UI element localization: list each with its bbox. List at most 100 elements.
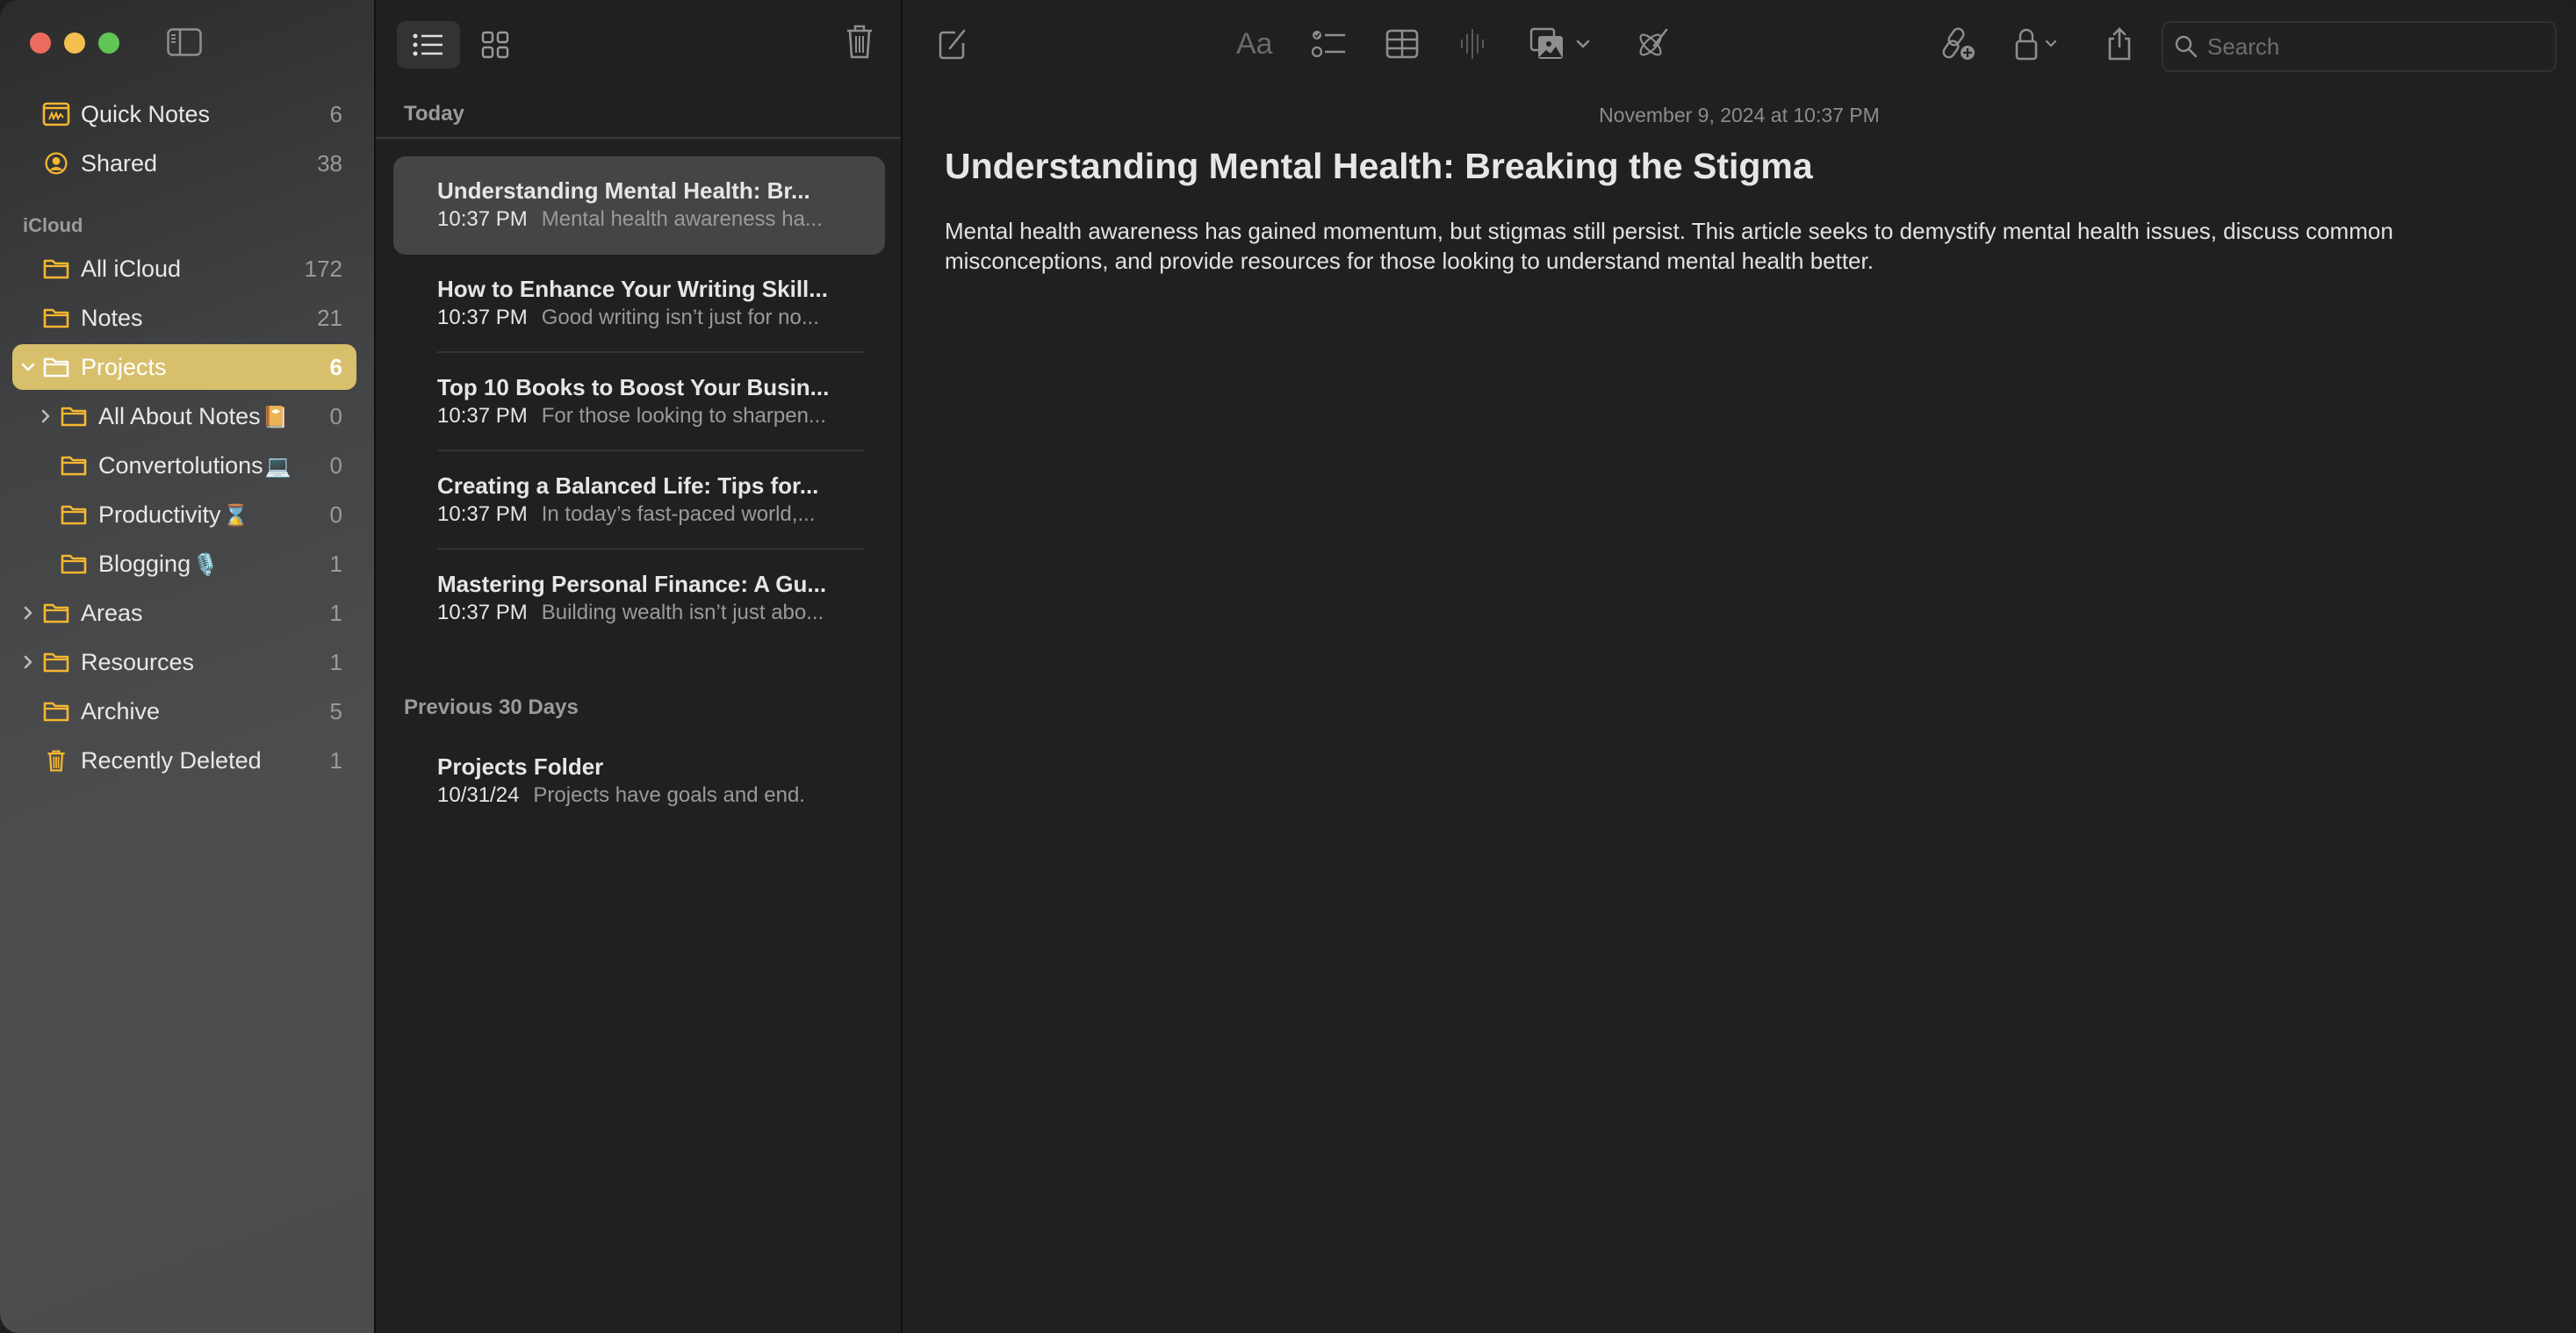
- sidebar-item-projects[interactable]: Projects 6: [12, 344, 356, 390]
- note-timestamp: November 9, 2024 at 10:37 PM: [1599, 104, 1880, 126]
- note-count: 0: [329, 451, 342, 479]
- note-list-item[interactable]: Understanding Mental Health: Br... 10:37…: [393, 156, 885, 255]
- hourglass-emoji-icon: ⌛: [222, 503, 249, 528]
- sidebar-item-productivity[interactable]: Productivity⌛ 0: [12, 492, 356, 537]
- note-list-item[interactable]: Mastering Personal Finance: A Gu... 10:3…: [393, 550, 885, 648]
- note-title: Mastering Personal Finance: A Gu...: [437, 571, 827, 597]
- sidebar-item-recently-deleted[interactable]: Recently Deleted 1: [12, 738, 356, 783]
- note-count: 1: [329, 550, 342, 577]
- sidebar-toggle-button[interactable]: [167, 28, 202, 56]
- group-header-previous-30-days: Previous 30 Days: [404, 695, 579, 719]
- sidebar-item-shared[interactable]: Shared 38: [12, 141, 356, 186]
- note-count: 1: [329, 648, 342, 675]
- sidebar-item-blogging[interactable]: Blogging🎙️ 1: [12, 541, 356, 587]
- sidebar-item-label: Projects: [81, 353, 167, 380]
- text-format-icon: Aa: [1236, 26, 1273, 61]
- chevron-down-icon: [1576, 40, 1590, 48]
- chevron-down-icon[interactable]: [19, 358, 37, 376]
- share-icon: [2108, 27, 2131, 61]
- sidebar-item-label: Recently Deleted: [81, 746, 262, 774]
- media-icon: [1529, 27, 1563, 59]
- note-title: Top 10 Books to Boost Your Busin...: [437, 374, 830, 400]
- laptop-emoji-icon: 💻: [264, 454, 291, 479]
- folder-icon: [43, 308, 69, 328]
- folder-icon: [61, 456, 87, 476]
- table-icon: [1385, 29, 1419, 59]
- note-time: 10:37 PM: [437, 502, 528, 526]
- sidebar-item-notes[interactable]: Notes 21: [12, 295, 356, 341]
- checklist-button[interactable]: [1312, 25, 1347, 63]
- note-heading[interactable]: Understanding Mental Health: Breaking th…: [945, 146, 1813, 187]
- note-title: Projects Folder: [437, 753, 604, 780]
- folder-icon: [43, 652, 69, 673]
- note-count: 6: [329, 353, 342, 380]
- note-snippet: Building wealth isn’t just abo...: [541, 601, 824, 624]
- divider: [376, 137, 901, 139]
- sidebar-item-archive[interactable]: Archive 5: [12, 688, 356, 734]
- list-view-button[interactable]: [397, 21, 460, 68]
- sidebar-item-quick-notes[interactable]: Quick Notes 6: [12, 91, 356, 137]
- sidebar-item-convertolutions[interactable]: Convertolutions💻 0: [12, 443, 356, 488]
- note-list-item[interactable]: How to Enhance Your Writing Skill... 10:…: [393, 255, 885, 353]
- note-time: 10:37 PM: [437, 404, 528, 428]
- chevron-right-icon[interactable]: [19, 604, 37, 622]
- note-count: 172: [304, 255, 342, 282]
- media-button[interactable]: [1529, 25, 1591, 63]
- folder-icon: [43, 357, 69, 378]
- note-date: 10/31/24: [437, 783, 520, 807]
- note-time: 10:37 PM: [437, 207, 528, 231]
- writing-tools-icon: [1639, 28, 1668, 56]
- chevron-right-icon[interactable]: [19, 653, 37, 671]
- gallery-view-button[interactable]: [464, 21, 527, 68]
- note-snippet: Projects have goals and end.: [533, 783, 805, 807]
- sidebar-item-areas[interactable]: Areas 1: [12, 590, 356, 636]
- notebook-emoji-icon: 📔: [262, 405, 289, 429]
- note-body[interactable]: Mental health awareness has gained momen…: [945, 216, 2543, 276]
- window-controls: [30, 32, 119, 54]
- close-window-button[interactable]: [30, 32, 51, 54]
- lock-icon: [2015, 28, 2038, 61]
- search-input[interactable]: [2205, 32, 2543, 61]
- note-snippet: Mental health awareness ha...: [541, 207, 823, 231]
- sidebar-item-label: Quick Notes: [81, 100, 211, 127]
- note-list-item[interactable]: Creating a Balanced Life: Tips for... 10…: [393, 451, 885, 550]
- note-time: 10:37 PM: [437, 306, 528, 329]
- note-count: 0: [329, 402, 342, 429]
- minimize-window-button[interactable]: [64, 32, 85, 54]
- note-title: Understanding Mental Health: Br...: [437, 177, 810, 204]
- note-list-item[interactable]: Projects Folder 10/31/24 Projects have go…: [393, 732, 885, 831]
- share-button[interactable]: [2105, 25, 2133, 63]
- audio-record-button[interactable]: [1459, 25, 1486, 63]
- table-button[interactable]: [1385, 25, 1419, 63]
- search-icon: [2175, 35, 2198, 58]
- notes-window: Quick Notes 6 Shared 38 iCloud All iClou…: [0, 0, 2576, 1333]
- sidebar: Quick Notes 6 Shared 38 iCloud All iClou…: [0, 0, 376, 1333]
- folder-icon: [43, 603, 69, 623]
- sidebar-item-label: Notes: [81, 304, 143, 331]
- sidebar-section-icloud: iCloud: [23, 214, 83, 236]
- chevron-right-icon[interactable]: [37, 407, 54, 425]
- note-title: How to Enhance Your Writing Skill...: [437, 276, 828, 302]
- folder-icon: [43, 702, 69, 722]
- shared-person-icon: [45, 152, 68, 175]
- note-snippet: Good writing isn’t just for no...: [541, 306, 819, 329]
- sidebar-item-label: Blogging: [98, 550, 191, 577]
- sidebar-item-resources[interactable]: Resources 1: [12, 639, 356, 685]
- collaborate-button[interactable]: [1942, 25, 1977, 63]
- search-field[interactable]: [2162, 21, 2557, 72]
- note-list-item[interactable]: Top 10 Books to Boost Your Busin... 10:3…: [393, 353, 885, 451]
- maximize-window-button[interactable]: [98, 32, 119, 54]
- microphone-emoji-icon: 🎙️: [192, 552, 219, 577]
- writing-tools-button[interactable]: [1635, 25, 1670, 63]
- sidebar-item-label: Productivity: [98, 501, 221, 528]
- text-format-button[interactable]: Aa: [1236, 25, 1273, 63]
- chevron-down-icon: [2045, 40, 2057, 47]
- note-count: 1: [329, 746, 342, 774]
- sidebar-item-all-icloud[interactable]: All iCloud 172: [12, 246, 356, 292]
- lock-note-button[interactable]: [2014, 25, 2058, 63]
- delete-note-button[interactable]: [845, 23, 874, 60]
- sidebar-item-all-about-notes[interactable]: All About Notes📔 0: [12, 393, 356, 439]
- sidebar-item-label: All About Notes: [98, 402, 261, 429]
- new-note-button[interactable]: [938, 25, 969, 63]
- folder-icon: [61, 505, 87, 525]
